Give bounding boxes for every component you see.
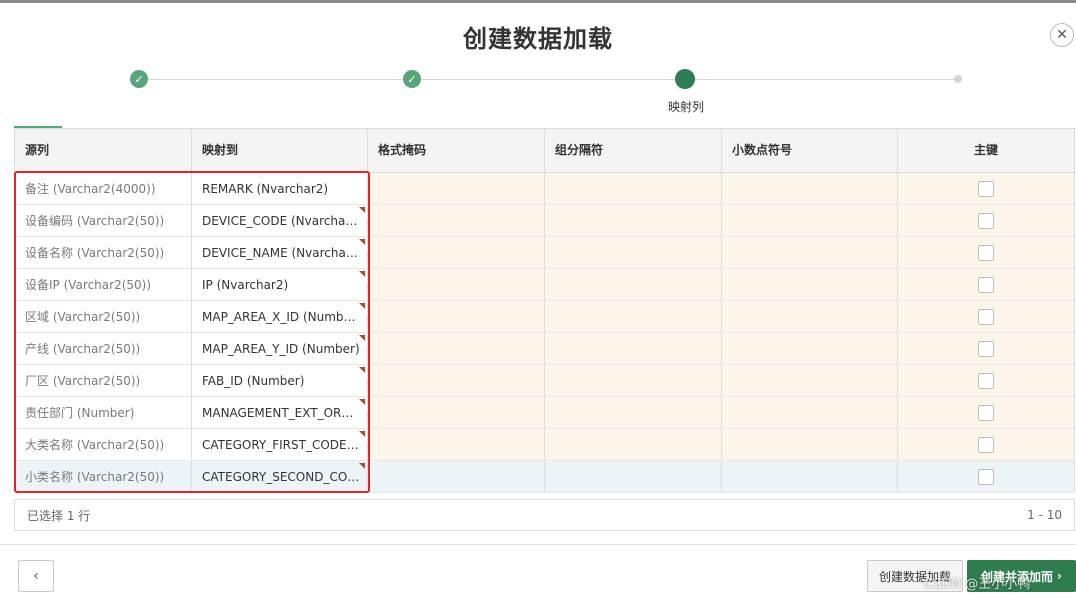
column-header-primary-key[interactable]: 主键 xyxy=(898,129,1074,172)
grid-header-row: 源列 映射到 格式掩码 组分隔符 小数点符号 主键 xyxy=(15,129,1074,173)
primary-key-checkbox[interactable] xyxy=(978,276,994,293)
column-header-group-separator[interactable]: 组分隔符 xyxy=(545,129,722,172)
column-header-source[interactable]: 源列 xyxy=(15,129,192,172)
primary-key-checkbox[interactable] xyxy=(978,404,994,421)
wizard-step-2-check-icon: ✓ xyxy=(403,70,421,88)
decimal-symbol-cell[interactable] xyxy=(722,237,898,268)
primary-key-checkbox[interactable] xyxy=(978,436,994,453)
column-header-decimal-symbol[interactable]: 小数点符号 xyxy=(722,129,898,172)
group-separator-cell[interactable] xyxy=(545,205,722,236)
group-separator-cell[interactable] xyxy=(545,237,722,268)
grid-footer: 已选择 1 行 1 - 10 xyxy=(14,499,1075,531)
primary-key-cell xyxy=(898,301,1074,332)
group-separator-cell[interactable] xyxy=(545,397,722,428)
primary-key-cell xyxy=(898,333,1074,364)
create-data-load-dialog: 创建数据加载 ✕ ✓ ✓ 映射列 源列 映射到 格式掩码 组分隔符 小数点符号 … xyxy=(0,0,1076,599)
column-header-mapped-to[interactable]: 映射到 xyxy=(192,129,368,172)
group-separator-cell[interactable] xyxy=(545,173,722,204)
primary-key-checkbox[interactable] xyxy=(978,212,994,229)
primary-key-checkbox[interactable] xyxy=(978,308,994,325)
selection-count: 已选择 1 行 xyxy=(27,508,91,523)
format-mask-cell[interactable] xyxy=(368,461,545,492)
dialog-title: 创建数据加载 xyxy=(463,25,613,53)
primary-key-cell xyxy=(898,365,1074,396)
decimal-symbol-cell[interactable] xyxy=(722,173,898,204)
group-separator-cell[interactable] xyxy=(545,365,722,396)
wizard-progress: ✓ ✓ 映射列 xyxy=(0,63,1076,114)
primary-key-checkbox[interactable] xyxy=(978,372,994,389)
primary-key-cell xyxy=(898,205,1074,236)
wizard-step-3-label: 映射列 xyxy=(668,100,705,114)
primary-key-cell xyxy=(898,237,1074,268)
create-data-load-button[interactable]: 创建数据加载 xyxy=(867,560,963,592)
primary-key-checkbox[interactable] xyxy=(978,244,994,261)
format-mask-cell[interactable] xyxy=(368,365,545,396)
format-mask-cell[interactable] xyxy=(368,237,545,268)
primary-key-checkbox[interactable] xyxy=(978,180,994,197)
chevron-left-icon: ‹ xyxy=(33,568,39,584)
create-and-add-button[interactable]: 创建并添加而 › xyxy=(967,560,1076,592)
group-separator-cell[interactable] xyxy=(545,461,722,492)
primary-key-cell xyxy=(898,269,1074,300)
wizard-step-1-check-icon: ✓ xyxy=(130,70,148,88)
primary-key-cell xyxy=(898,397,1074,428)
column-header-format-mask[interactable]: 格式掩码 xyxy=(368,129,545,172)
footer-divider xyxy=(0,544,1076,545)
wizard-track xyxy=(139,79,959,80)
group-separator-cell[interactable] xyxy=(545,269,722,300)
primary-key-cell xyxy=(898,429,1074,460)
back-button[interactable]: ‹ xyxy=(18,560,54,592)
create-and-add-label: 创建并添加而 xyxy=(981,569,1054,584)
primary-key-cell xyxy=(898,461,1074,492)
format-mask-cell[interactable] xyxy=(368,301,545,332)
format-mask-cell[interactable] xyxy=(368,269,545,300)
format-mask-cell[interactable] xyxy=(368,173,545,204)
primary-key-cell xyxy=(898,173,1074,204)
primary-key-checkbox[interactable] xyxy=(978,340,994,357)
wizard-step-4-future xyxy=(954,75,962,83)
primary-key-checkbox[interactable] xyxy=(978,468,994,485)
highlight-annotation-box xyxy=(14,171,370,493)
format-mask-cell[interactable] xyxy=(368,205,545,236)
group-separator-cell[interactable] xyxy=(545,333,722,364)
chevron-right-icon: › xyxy=(1057,569,1062,583)
decimal-symbol-cell[interactable] xyxy=(722,365,898,396)
decimal-symbol-cell[interactable] xyxy=(722,397,898,428)
decimal-symbol-cell[interactable] xyxy=(722,301,898,332)
decimal-symbol-cell[interactable] xyxy=(722,205,898,236)
decimal-symbol-cell[interactable] xyxy=(722,333,898,364)
decimal-symbol-cell[interactable] xyxy=(722,461,898,492)
pagination-range: 1 - 10 xyxy=(1027,508,1062,522)
close-button[interactable]: ✕ xyxy=(1050,23,1074,47)
format-mask-cell[interactable] xyxy=(368,429,545,460)
format-mask-cell[interactable] xyxy=(368,397,545,428)
wizard-step-3-current xyxy=(675,69,695,89)
decimal-symbol-cell[interactable] xyxy=(722,269,898,300)
close-icon: ✕ xyxy=(1056,27,1068,43)
group-separator-cell[interactable] xyxy=(545,301,722,332)
group-separator-cell[interactable] xyxy=(545,429,722,460)
decimal-symbol-cell[interactable] xyxy=(722,429,898,460)
format-mask-cell[interactable] xyxy=(368,333,545,364)
